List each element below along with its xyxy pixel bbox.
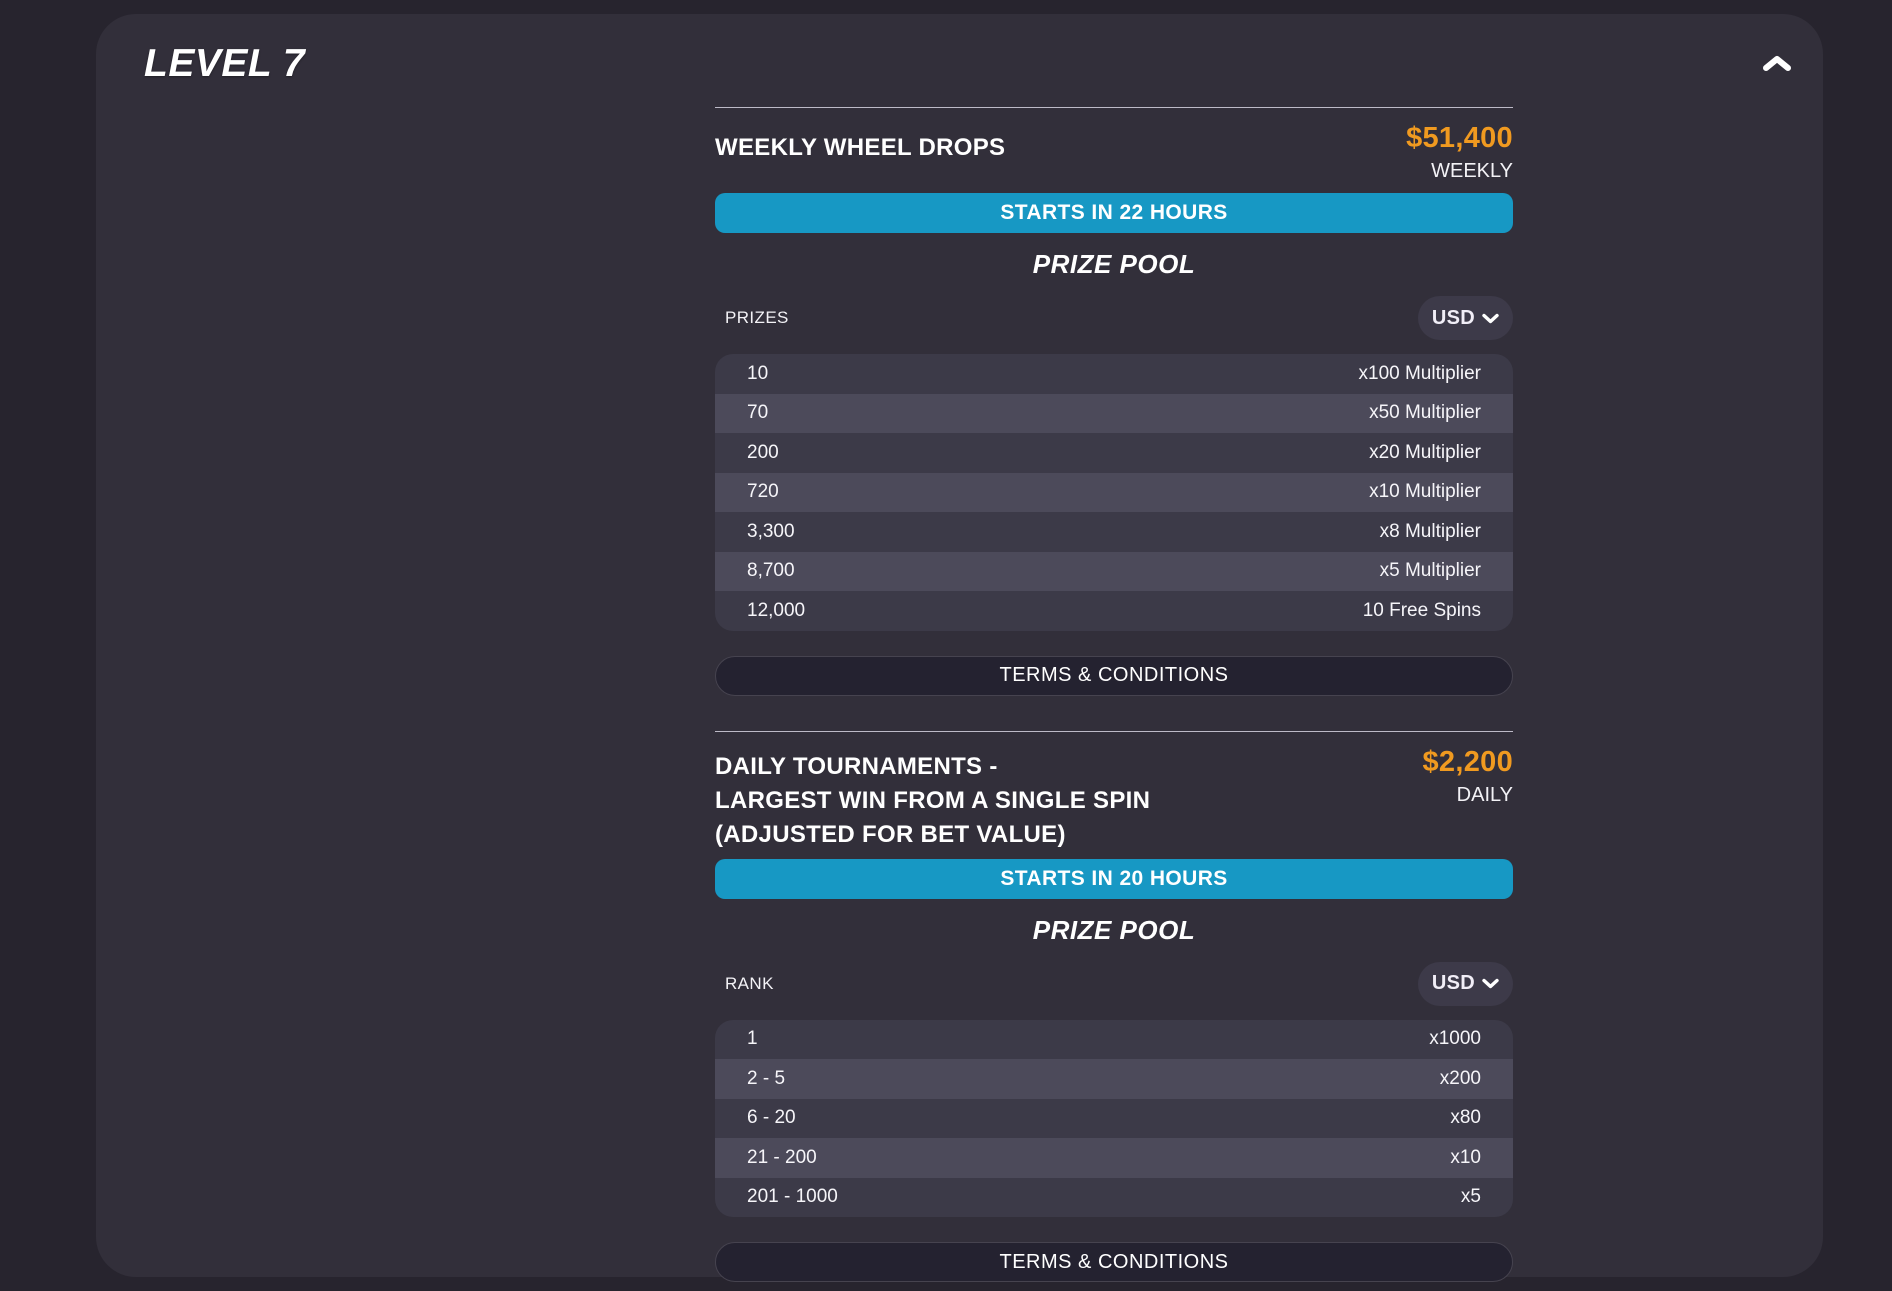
row-value: x10 [1450,1147,1481,1169]
table-row: 70 x50 Multiplier [715,394,1513,434]
table-row: 21 - 200 x10 [715,1138,1513,1178]
row-value: x5 [1461,1186,1481,1208]
table-row: 200 x20 Multiplier [715,433,1513,473]
table-row: 6 - 20 x80 [715,1099,1513,1139]
level-card: LEVEL 7 WEEKLY WHEEL DROPS $51,400 WEEKL… [96,14,1823,1277]
table-row: 201 - 1000 x5 [715,1178,1513,1218]
row-label: 12,000 [747,600,805,622]
table-row: 2 - 5 x200 [715,1059,1513,1099]
table-row: 12,000 10 Free Spins [715,591,1513,631]
row-label: 2 - 5 [747,1068,785,1090]
row-label: 21 - 200 [747,1147,817,1169]
row-label: 3,300 [747,521,795,543]
table-header: RANK USD [715,962,1513,1006]
row-label: 70 [747,402,768,424]
row-value: x50 Multiplier [1369,402,1481,424]
prize-period: WEEKLY [1406,156,1513,186]
section-title-line: DAILY TOURNAMENTS - [715,750,1275,784]
table-row: 3,300 x8 Multiplier [715,512,1513,552]
currency-selector[interactable]: USD [1418,962,1513,1006]
list-label: RANK [715,974,774,994]
list-label: PRIZES [715,308,789,328]
prize-summary: $51,400 WEEKLY [1406,120,1513,186]
table-row: 8,700 x5 Multiplier [715,552,1513,592]
table-row: 1 x1000 [715,1020,1513,1060]
currency-selector[interactable]: USD [1418,296,1513,340]
currency-label: USD [1432,972,1475,995]
status-banner: STARTS IN 22 HOURS [715,193,1513,233]
promotions-panel: WEEKLY WHEEL DROPS $51,400 WEEKLY STARTS… [715,14,1513,1282]
terms-button[interactable]: TERMS & CONDITIONS [715,1242,1513,1282]
terms-button[interactable]: TERMS & CONDITIONS [715,656,1513,696]
section-title-line: LARGEST WIN FROM A SINGLE SPIN (ADJUSTED… [715,784,1275,852]
section-divider [715,107,1513,108]
collapse-button[interactable] [1753,44,1801,84]
row-value: x1000 [1429,1028,1481,1050]
section-header: WEEKLY WHEEL DROPS $51,400 WEEKLY [715,120,1513,186]
prize-summary: $2,200 DAILY [1423,744,1514,810]
row-value: x5 Multiplier [1380,560,1481,582]
section-header: DAILY TOURNAMENTS - LARGEST WIN FROM A S… [715,744,1513,852]
currency-label: USD [1432,307,1475,330]
prize-table: 10 x100 Multiplier 70 x50 Multiplier 200… [715,354,1513,631]
prize-period: DAILY [1423,780,1514,810]
row-value: x200 [1440,1068,1481,1090]
table-header: PRIZES USD [715,296,1513,340]
row-value: x100 Multiplier [1359,363,1482,385]
row-label: 201 - 1000 [747,1186,838,1208]
row-value: x10 Multiplier [1369,481,1481,503]
row-value: x8 Multiplier [1380,521,1481,543]
section-title-line: WEEKLY WHEEL DROPS [715,128,1005,168]
chevron-down-icon [1482,978,1499,989]
prize-amount: $51,400 [1406,120,1513,156]
prize-pool-heading: PRIZE POOL [715,246,1513,282]
table-row: 720 x10 Multiplier [715,473,1513,513]
section-title: DAILY TOURNAMENTS - LARGEST WIN FROM A S… [715,744,1275,852]
rank-table: 1 x1000 2 - 5 x200 6 - 20 x80 21 - 200 x… [715,1020,1513,1218]
section-title: WEEKLY WHEEL DROPS [715,120,1005,168]
chevron-down-icon [1482,313,1499,324]
row-value: 10 Free Spins [1363,600,1481,622]
section-divider [715,731,1513,732]
row-label: 200 [747,442,779,464]
row-value: x80 [1450,1107,1481,1129]
table-row: 10 x100 Multiplier [715,354,1513,394]
level-title: LEVEL 7 [144,42,305,86]
row-label: 10 [747,363,768,385]
row-label: 720 [747,481,779,503]
prize-amount: $2,200 [1423,744,1514,780]
row-value: x20 Multiplier [1369,442,1481,464]
prize-pool-heading: PRIZE POOL [715,912,1513,948]
chevron-up-icon [1762,54,1792,74]
row-label: 6 - 20 [747,1107,796,1129]
status-banner: STARTS IN 20 HOURS [715,859,1513,899]
page: LEVEL 7 WEEKLY WHEEL DROPS $51,400 WEEKL… [0,0,1892,1291]
row-label: 1 [747,1028,758,1050]
row-label: 8,700 [747,560,795,582]
